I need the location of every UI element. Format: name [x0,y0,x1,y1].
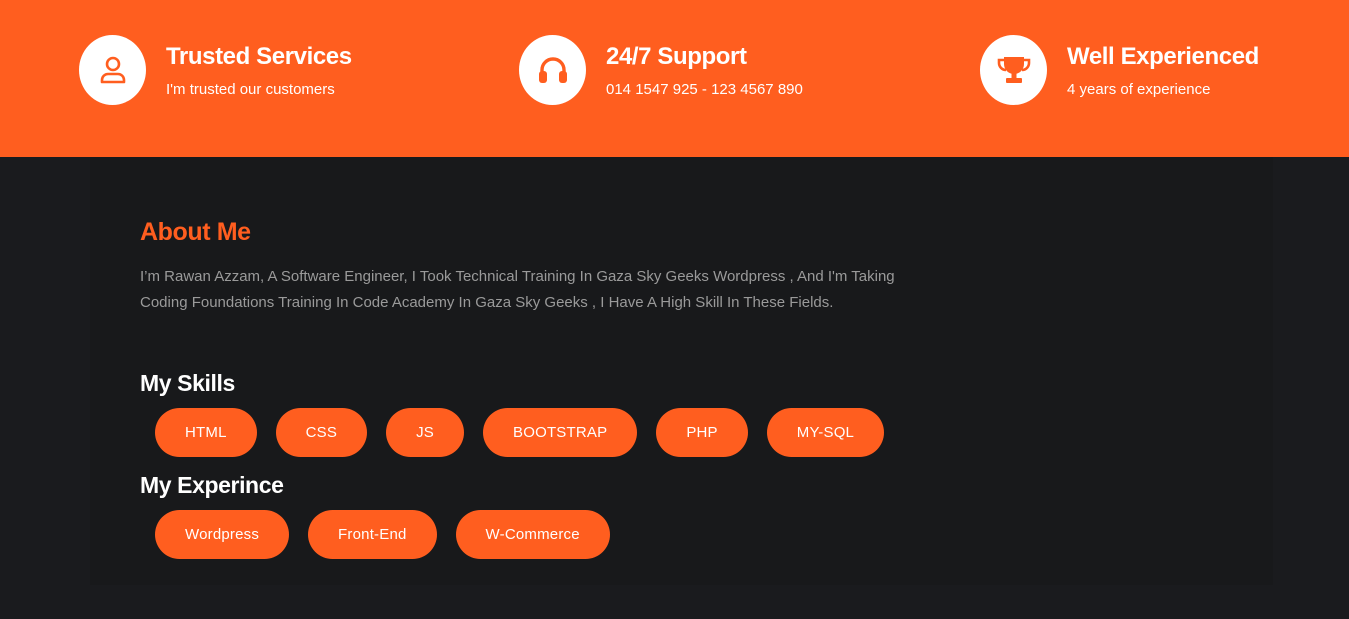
about-description: I’m Rawan Azzam, A Software Engineer, I … [140,268,895,311]
feature-experience: Well Experienced 4 years of experience [980,35,1259,105]
feature-title: 24/7 Support [606,43,747,70]
feature-trusted-services: Trusted Services I'm trusted our custome… [79,35,352,105]
experience-pill-w-commerce[interactable]: W-Commerce [455,510,610,559]
feature-subtitle: 014 1547 925 - 123 4567 890 [606,81,803,98]
feature-title: Well Experienced [1067,43,1259,70]
trophy-icon [996,55,1032,85]
skills-title: My Skills [140,370,235,396]
headphones-icon [537,55,569,85]
experience-pill-wordpress[interactable]: Wordpress [155,510,290,559]
skill-pill-css[interactable]: CSS [275,408,368,457]
experience-list: Wordpress Front-End W-Commerce [155,510,610,559]
skill-pill-bootstrap[interactable]: BOOTSTRAP [483,408,638,457]
feature-subtitle: I'm trusted our customers [166,81,335,98]
experience-title: My Experince [140,472,284,498]
user-icon [99,55,127,85]
feature-icon-circle [79,35,146,105]
experience-pill-front-end[interactable]: Front-End [308,510,437,559]
feature-subtitle: 4 years of experience [1067,81,1211,98]
skill-pill-php[interactable]: PHP [656,408,748,457]
skill-pill-mysql[interactable]: MY-SQL [766,408,885,457]
feature-title: Trusted Services [166,43,352,70]
skill-pill-js[interactable]: JS [386,408,464,457]
features-banner: Trusted Services I'm trusted our custome… [0,0,1349,157]
about-title: About Me [140,218,251,246]
skill-pill-html[interactable]: HTML [155,408,257,457]
feature-icon-circle [519,35,586,105]
feature-support: 24/7 Support 014 1547 925 - 123 4567 890 [519,35,803,105]
skills-list: HTML CSS JS BOOTSTRAP PHP MY-SQL [155,408,885,457]
feature-icon-circle [980,35,1047,105]
